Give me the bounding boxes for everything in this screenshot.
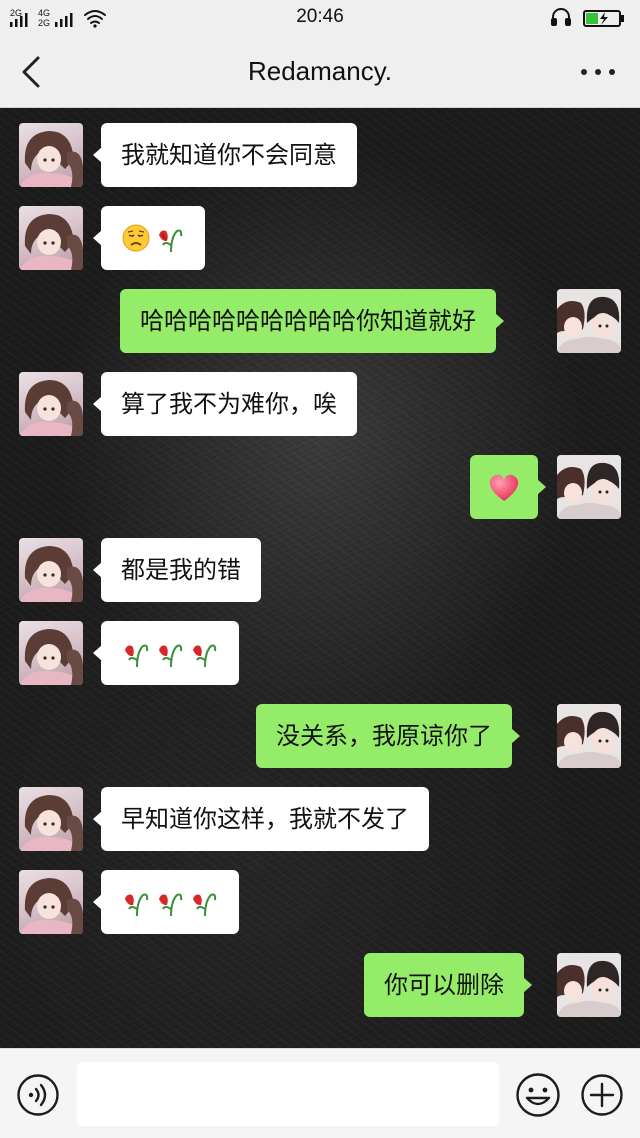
message-received <box>0 206 640 270</box>
chat-input-bar <box>0 1048 640 1138</box>
message-received: 我就知道你不会同意 <box>0 123 640 187</box>
message-bubble[interactable]: 算了我不为难你，唉 <box>93 372 357 436</box>
emoji-icon[interactable] <box>515 1072 561 1118</box>
wilted-flower-icon <box>193 893 217 917</box>
message-bubble[interactable] <box>93 206 205 270</box>
message-bubble[interactable]: 没关系，我原谅你了 <box>256 704 520 768</box>
wilted-flower-icon <box>193 644 217 668</box>
message-received: 早知道你这样，我就不发了 <box>0 787 640 851</box>
message-received <box>0 870 640 934</box>
message-sent: 你可以删除 <box>0 953 640 1017</box>
contact-avatar[interactable] <box>19 621 83 685</box>
message-received: 都是我的错 <box>0 538 640 602</box>
message-bubble[interactable]: 我就知道你不会同意 <box>93 123 357 187</box>
message-bubble[interactable] <box>93 621 239 685</box>
user-avatar[interactable] <box>557 953 621 1017</box>
message-sent <box>0 455 640 519</box>
user-avatar[interactable] <box>557 704 621 768</box>
message-sent: 没关系，我原谅你了 <box>0 704 640 768</box>
message-bubble[interactable]: 哈哈哈哈哈哈哈哈哈你知道就好 <box>120 289 504 353</box>
contact-avatar[interactable] <box>19 787 83 851</box>
wilted-flower-icon <box>125 644 149 668</box>
wilted-flower-icon <box>159 893 183 917</box>
more-dots-icon[interactable] <box>578 60 618 84</box>
contact-avatar[interactable] <box>19 123 83 187</box>
message-received <box>0 621 640 685</box>
headset-icon <box>551 8 571 26</box>
user-avatar[interactable] <box>557 455 621 519</box>
wilted-flower-icon <box>159 229 183 253</box>
chat-message-list[interactable]: 我就知道你不会同意 哈哈哈哈哈哈哈哈哈你知道就好 算了我不为难你，唉 都是我的错… <box>0 108 640 1048</box>
chat-title: Redamancy. <box>247 56 393 86</box>
plus-icon[interactable] <box>580 1073 624 1117</box>
message-bubble[interactable]: 都是我的错 <box>93 538 261 602</box>
pensive-face-icon <box>122 224 150 252</box>
chat-header: Redamancy. <box>0 36 640 108</box>
message-sent: 哈哈哈哈哈哈哈哈哈你知道就好 <box>0 289 640 353</box>
message-input[interactable] <box>77 1062 499 1126</box>
voice-icon[interactable] <box>16 1073 60 1117</box>
message-bubble[interactable] <box>93 870 239 934</box>
contact-avatar[interactable] <box>19 206 83 270</box>
contact-avatar[interactable] <box>19 870 83 934</box>
status-time: 20:46 <box>296 6 344 27</box>
contact-avatar[interactable] <box>19 538 83 602</box>
heart-icon <box>489 474 519 501</box>
message-bubble[interactable]: 早知道你这样，我就不发了 <box>93 787 429 851</box>
wilted-flower-icon <box>125 893 149 917</box>
message-bubble[interactable]: 你可以删除 <box>364 953 532 1017</box>
status-bar: 2G 4G 2G 20:46 <box>0 0 640 36</box>
user-avatar[interactable] <box>557 289 621 353</box>
contact-avatar[interactable] <box>19 372 83 436</box>
message-received: 算了我不为难你，唉 <box>0 372 640 436</box>
message-bubble[interactable] <box>470 455 546 519</box>
battery-icon <box>583 10 624 27</box>
wilted-flower-icon <box>159 644 183 668</box>
status-icons-right <box>551 8 624 27</box>
